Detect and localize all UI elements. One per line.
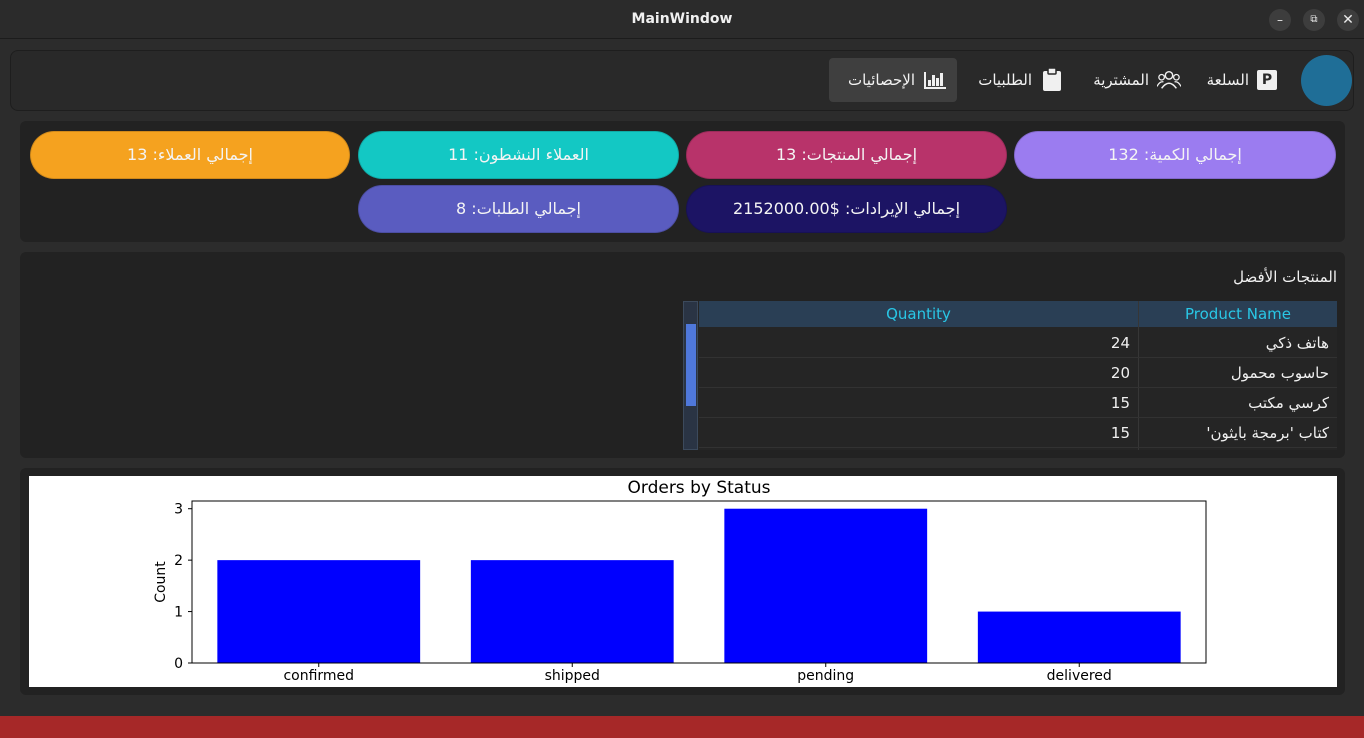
users-icon	[1157, 68, 1181, 92]
stat-total-products: إجمالي المنتجات: 13	[686, 131, 1007, 179]
nav-item-products[interactable]: P السلعة	[1197, 58, 1287, 102]
nav-item-label: المشترية	[1093, 71, 1149, 89]
bottom-status-bar	[0, 716, 1364, 738]
x-tick-label: pending	[797, 668, 854, 684]
y-tick-label: 2	[174, 553, 183, 569]
chart-panel: Orders by Status confirmed shipped pending d…	[20, 468, 1345, 695]
cell-quantity: 15	[1110, 394, 1130, 412]
chart-bar	[470, 560, 674, 663]
clipboard-icon	[1040, 68, 1064, 92]
stat-active-customers: العملاء النشطون: 11	[358, 131, 679, 179]
top-products-table: Quantity Product Name 24 هاتف ذكي 20 حاس…	[683, 301, 1337, 450]
vertical-scrollbar[interactable]	[683, 301, 698, 450]
close-button[interactable]: ✕	[1337, 9, 1359, 31]
header-quantity[interactable]: Quantity	[699, 301, 1138, 327]
chart-bar	[977, 611, 1181, 663]
chart-bar	[217, 560, 421, 663]
nav-item-label: السلعة	[1206, 71, 1249, 89]
cell-product-name: كتاب 'برمجة بايثون'	[1206, 424, 1329, 442]
x-tick-label: confirmed	[283, 668, 354, 684]
product-p-icon: P	[1257, 68, 1277, 92]
orders-by-status-chart: Orders by Status confirmed shipped pending d…	[153, 478, 1207, 684]
stat-total-customers: إجمالي العملاء: 13	[30, 131, 350, 179]
cell-product-name: كرسي مكتب	[1248, 394, 1329, 412]
nav-item-label: الطلبيات	[978, 71, 1032, 89]
maximize-button[interactable]: ⧉	[1303, 9, 1325, 31]
y-tick-label: 3	[174, 502, 183, 518]
stat-total-orders: إجمالي الطلبات: 8	[358, 185, 679, 233]
y-axis-label: Count	[153, 561, 169, 603]
table-row[interactable]: 15 كرسي مكتب	[699, 388, 1337, 418]
minimize-button[interactable]: –	[1269, 9, 1291, 31]
nav-item-orders[interactable]: الطلبيات	[964, 58, 1074, 102]
table-row[interactable]: 15 كتاب 'برمجة بايثون'	[699, 418, 1337, 448]
title-bar: MainWindow – ⧉ ✕	[0, 0, 1364, 39]
x-tick-label: delivered	[1047, 668, 1112, 684]
chart-area: Orders by Status confirmed shipped pending d…	[29, 476, 1337, 687]
nav-item-statistics[interactable]: الإحصائيات	[829, 58, 957, 102]
y-tick-label: 1	[174, 605, 183, 621]
nav-bar: الإحصائيات الطلبيات المشترية P السلعة	[10, 50, 1354, 111]
avatar[interactable]	[1301, 55, 1352, 106]
stat-total-revenue: إجمالي الإيرادات: $2152000.00	[686, 185, 1007, 233]
header-product-name[interactable]: Product Name	[1139, 301, 1337, 327]
cell-quantity: 24	[1110, 334, 1130, 352]
cell-quantity: 15	[1110, 424, 1130, 442]
window-title: MainWindow	[631, 11, 733, 27]
section-title: المنتجات الأفضل	[1233, 268, 1337, 286]
table-row[interactable]: 24 هاتف ذكي	[699, 328, 1337, 358]
cell-product-name: حاسوب محمول	[1230, 364, 1329, 382]
scrollbar-thumb[interactable]	[686, 324, 696, 406]
stats-panel: إجمالي الكمية: 132 إجمالي المنتجات: 13 ا…	[20, 121, 1345, 242]
top-products-panel: المنتجات الأفضل Quantity Product Name 24…	[20, 252, 1345, 458]
table-row[interactable]: 20 حاسوب محمول	[699, 358, 1337, 388]
nav-item-customers[interactable]: المشترية	[1081, 58, 1191, 102]
table-header: Quantity Product Name	[699, 301, 1337, 327]
product-icon-letter: P	[1257, 70, 1277, 90]
x-tick-label: shipped	[545, 668, 600, 684]
y-tick-label: 0	[174, 656, 183, 672]
cell-product-name: هاتف ذكي	[1265, 334, 1329, 352]
chart-title: Orders by Status	[628, 478, 771, 498]
nav-item-label: الإحصائيات	[848, 71, 915, 89]
stat-total-quantity: إجمالي الكمية: 132	[1014, 131, 1336, 179]
chart-bar	[724, 508, 928, 663]
cell-quantity: 20	[1110, 364, 1130, 382]
stats-icon	[923, 68, 947, 92]
